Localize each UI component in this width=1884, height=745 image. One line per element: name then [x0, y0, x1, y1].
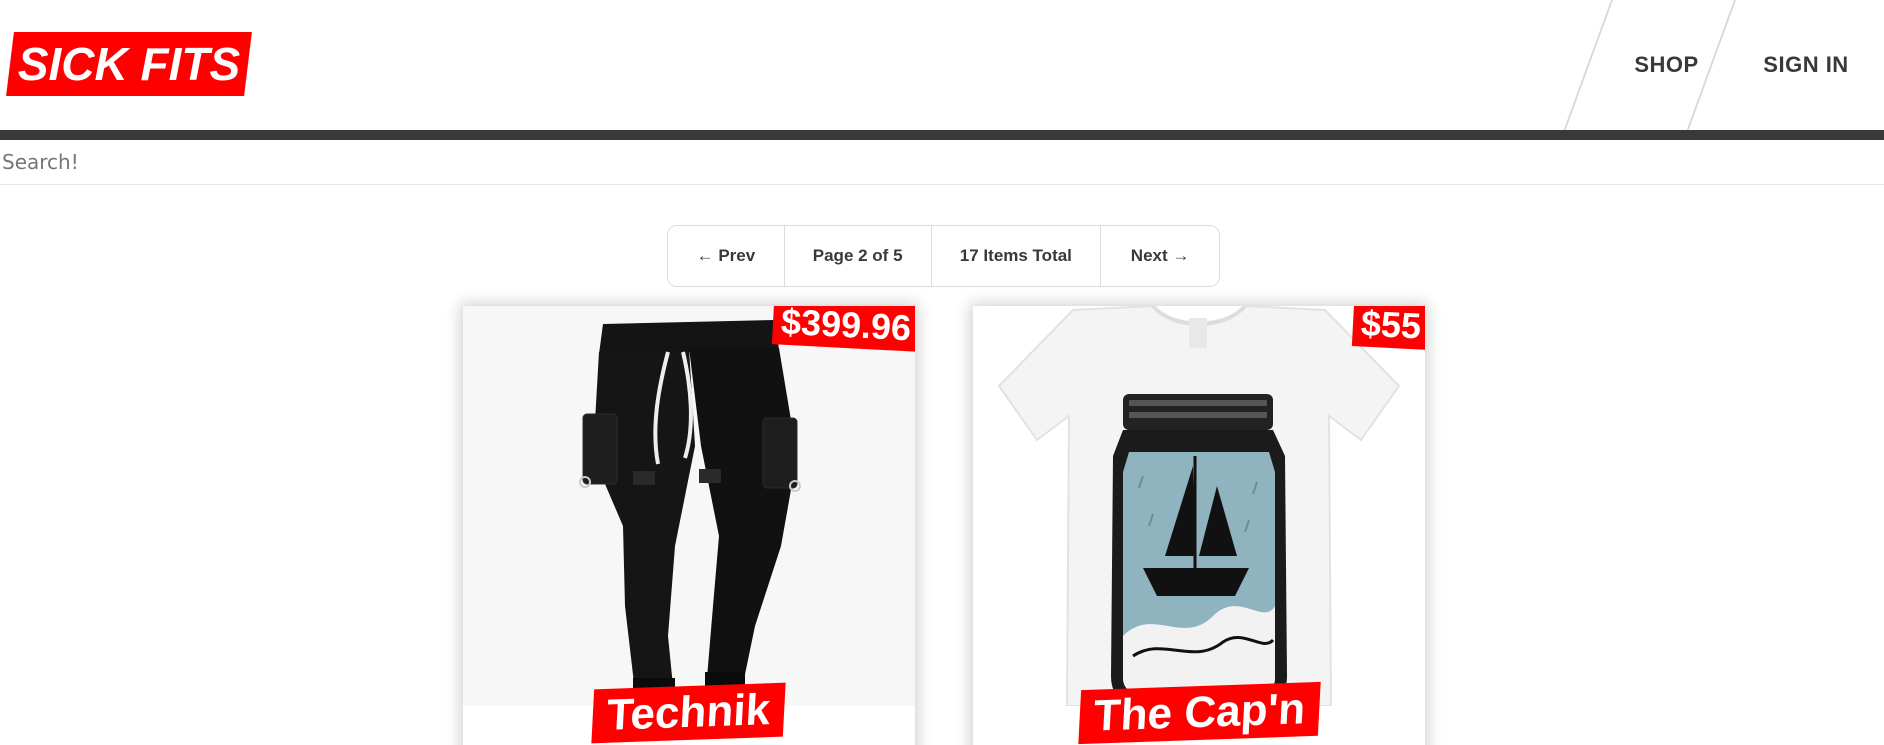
product-title-link[interactable]: The Cap'n	[1077, 681, 1321, 745]
product-card[interactable]: $399.96 Technik	[463, 306, 915, 745]
nav-sign-in-link[interactable]: SIGN IN	[1684, 0, 1884, 136]
product-card[interactable]: $55 The Cap'n	[973, 306, 1425, 745]
pagination: ← Prev Page 2 of 5 17 Items Total Next →	[667, 225, 1220, 287]
product-title-link[interactable]: Technik	[591, 682, 787, 744]
next-page-link[interactable]: Next →	[1101, 226, 1219, 286]
product-image-pants[interactable]	[463, 306, 915, 706]
search-input[interactable]	[0, 140, 1884, 185]
nav-divider	[1561, 0, 1613, 136]
logo-container[interactable]: SICK FITS	[6, 32, 252, 96]
products-grid: $399.96 Technik $55 The Cap'n	[463, 306, 1425, 745]
nav-shop-label: SHOP	[1634, 52, 1699, 77]
nav-sign-in-label: SIGN IN	[1763, 52, 1849, 77]
logo-link[interactable]: SICK FITS	[10, 32, 248, 96]
product-title-wrap: The Cap'n	[973, 681, 1425, 745]
product-title-wrap: Technik	[463, 682, 915, 744]
items-total: 17 Items Total	[932, 226, 1102, 286]
product-image-tshirt[interactable]	[973, 306, 1425, 706]
product-price: $55	[1351, 306, 1425, 350]
prev-page-link[interactable]: ← Prev	[668, 226, 785, 286]
header-bar	[0, 130, 1884, 140]
page-indicator: Page 2 of 5	[785, 226, 932, 286]
site-header: SICK FITS SHOP SIGN IN	[0, 0, 1884, 136]
main-nav: SHOP SIGN IN	[1561, 0, 1884, 136]
product-price: $399.96	[771, 306, 915, 352]
